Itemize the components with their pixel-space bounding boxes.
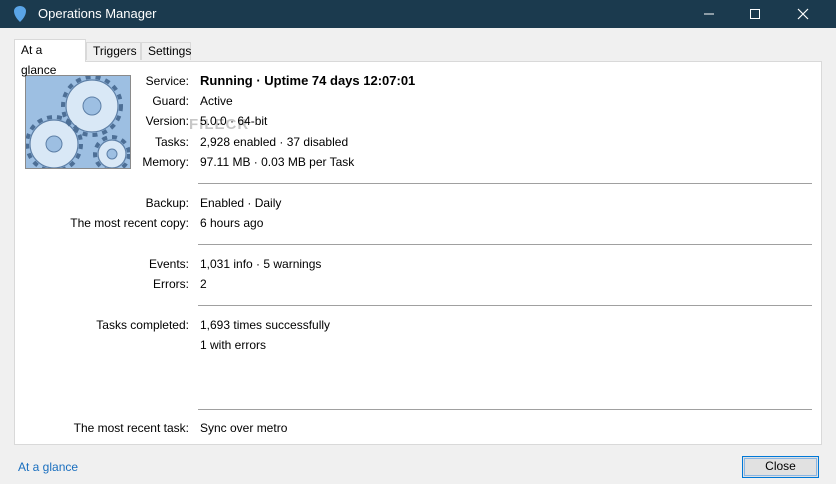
shield-icon: [14, 6, 26, 25]
memory-label: Memory:: [142, 155, 189, 169]
tasks-completed-success: 1,693 times successfully: [200, 318, 331, 332]
events-label: Events:: [148, 257, 189, 271]
divider: [198, 183, 812, 184]
title-bar: Operations Manager: [0, 0, 836, 28]
close-button-label: Close: [765, 459, 796, 473]
maximize-button[interactable]: [732, 0, 778, 28]
at-a-glance-panel: FILECR Service: Running · Uptime 74 days…: [14, 61, 822, 445]
tab-triggers[interactable]: Triggers: [86, 42, 141, 60]
tab-at-a-glance[interactable]: At a glance: [14, 39, 86, 77]
tab-settings[interactable]: Settings: [141, 42, 191, 60]
service-value: Running · Uptime 74 days 12:07:01: [200, 73, 416, 88]
recent-copy-label: The most recent copy:: [70, 216, 189, 230]
tasks-completed-errors: 1 with errors: [200, 338, 267, 352]
tasks-completed-label: Tasks completed:: [96, 318, 189, 332]
errors-label: Errors:: [153, 277, 189, 291]
at-a-glance-link[interactable]: At a glance: [18, 460, 78, 474]
recent-task-value: Sync over metro: [200, 421, 288, 435]
recent-task-label: The most recent task:: [73, 421, 189, 435]
window-title: Operations Manager: [38, 6, 157, 21]
maximize-icon: [750, 9, 760, 19]
backup-label: Backup:: [145, 196, 189, 210]
minimize-icon: [704, 13, 714, 15]
backup-value: Enabled · Daily: [200, 196, 282, 210]
tasks-label: Tasks:: [154, 135, 189, 149]
version-label: Version:: [145, 114, 189, 128]
divider: [198, 409, 812, 410]
version-value: 5.0.0 · 64-bit: [200, 114, 268, 128]
tasks-value: 2,928 enabled · 37 disabled: [200, 135, 349, 149]
guard-value: Active: [200, 94, 233, 108]
close-button[interactable]: Close: [742, 456, 819, 478]
divider: [198, 305, 812, 306]
recent-copy-value: 6 hours ago: [200, 216, 264, 230]
close-icon: [797, 8, 809, 20]
guard-label: Guard:: [152, 94, 189, 108]
errors-value: 2: [200, 277, 207, 291]
memory-value: 97.11 MB · 0.03 MB per Task: [200, 155, 355, 169]
divider: [198, 244, 812, 245]
close-window-button[interactable]: [780, 0, 826, 28]
minimize-button[interactable]: [686, 0, 732, 28]
events-value: 1,031 info · 5 warnings: [200, 257, 322, 271]
